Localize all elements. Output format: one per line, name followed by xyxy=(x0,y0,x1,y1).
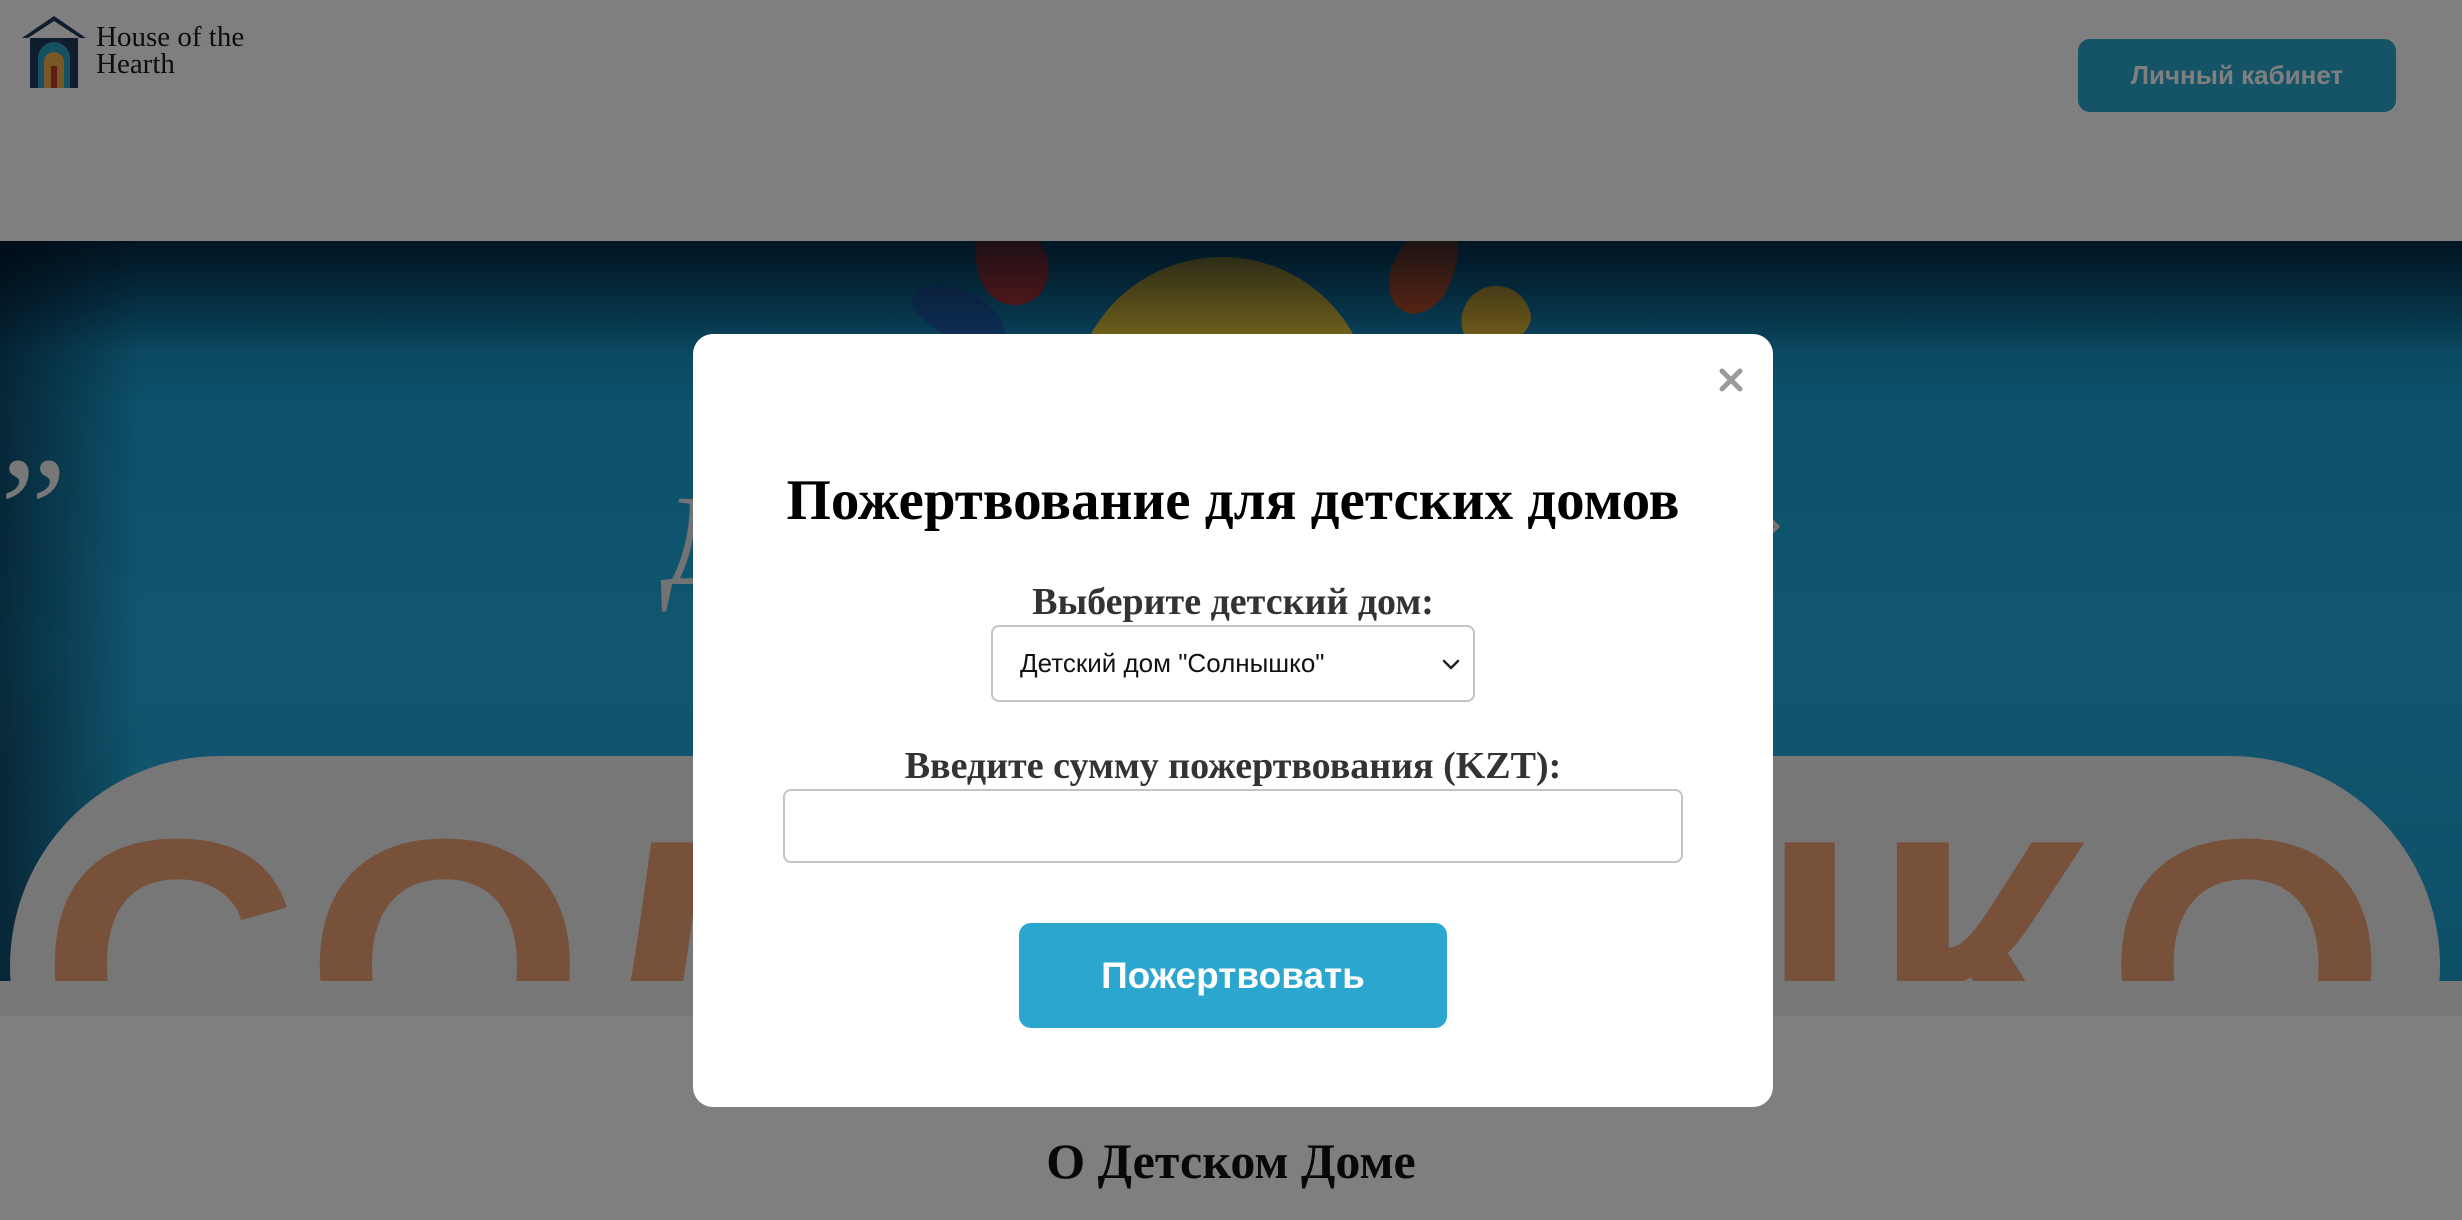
orphanage-select-value: Детский дом "Солнышко" xyxy=(1020,648,1325,678)
donation-amount-input[interactable] xyxy=(783,789,1683,863)
page: House of the Hearth Личный кабинет „ Д ›… xyxy=(0,0,2462,1220)
donate-button[interactable]: Пожертвовать xyxy=(1019,923,1447,1028)
close-icon[interactable] xyxy=(1709,358,1753,402)
orphanage-select[interactable]: Детский дом "Солнышко" xyxy=(991,625,1475,702)
orphanage-select-label: Выберите детский дом: xyxy=(1032,581,1434,623)
amount-input-label: Введите сумму пожертвования (KZT): xyxy=(904,745,1562,787)
modal-title: Пожертвование для детских домов xyxy=(786,469,1680,532)
donation-modal: Пожертвование для детских домов Выберите… xyxy=(693,334,1773,1107)
chevron-down-icon xyxy=(1442,659,1460,670)
